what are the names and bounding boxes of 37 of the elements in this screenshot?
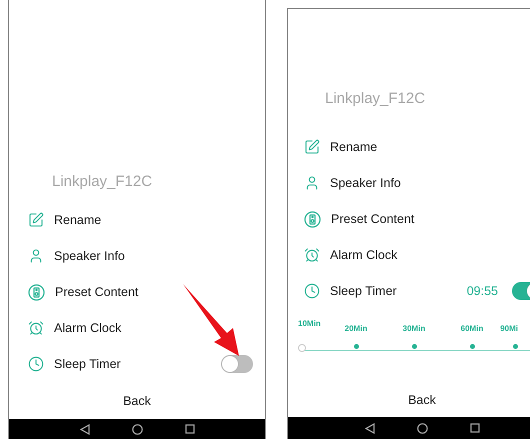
back-button[interactable]: Back	[402, 390, 442, 408]
tick-dot[interactable]	[470, 344, 474, 349]
menu-item[interactable]: Speaker Info	[9, 238, 265, 274]
menu-item[interactable]: Alarm Clock	[288, 237, 530, 273]
menu-item[interactable]: Sleep Timer	[9, 346, 265, 382]
menu-item[interactable]: Alarm Clock	[9, 310, 265, 346]
back-button[interactable]: Back	[117, 392, 157, 410]
device-name: Linkplay_F12C	[324, 89, 426, 109]
timer-time: 09:55	[466, 284, 498, 298]
menu-item[interactable]: Rename	[9, 202, 265, 238]
tick-dot[interactable]	[354, 344, 358, 349]
menu-item[interactable]: Sleep Timer 09:55	[288, 273, 530, 309]
user-icon	[304, 175, 320, 191]
back-icon[interactable]	[80, 424, 90, 434]
recents-icon[interactable]	[470, 423, 480, 433]
speaker-icon	[28, 284, 45, 300]
home-icon[interactable]	[132, 424, 142, 434]
user-icon	[28, 248, 44, 264]
alarm-clock-icon	[304, 247, 320, 263]
edit-icon	[28, 212, 44, 228]
toggle-switch[interactable]	[221, 355, 253, 373]
device-name: Linkplay_F12C	[51, 172, 154, 192]
speaker-icon	[304, 210, 321, 228]
tick-dot[interactable]	[513, 344, 518, 349]
edit-icon	[304, 139, 320, 155]
menu-item[interactable]: Rename	[288, 129, 530, 165]
menu-item[interactable]: Preset Content	[9, 274, 265, 310]
slider-thumb[interactable]	[298, 344, 306, 352]
tick-dot[interactable]	[412, 344, 416, 349]
recents-icon[interactable]	[184, 424, 194, 434]
menu-item[interactable]: Speaker Info	[288, 165, 530, 201]
back-icon[interactable]	[364, 422, 374, 434]
clock-icon	[304, 283, 320, 299]
clock-icon	[28, 356, 44, 372]
menu-item[interactable]: Preset Content	[288, 201, 530, 237]
alarm-clock-icon	[28, 320, 44, 336]
home-icon[interactable]	[416, 422, 428, 434]
